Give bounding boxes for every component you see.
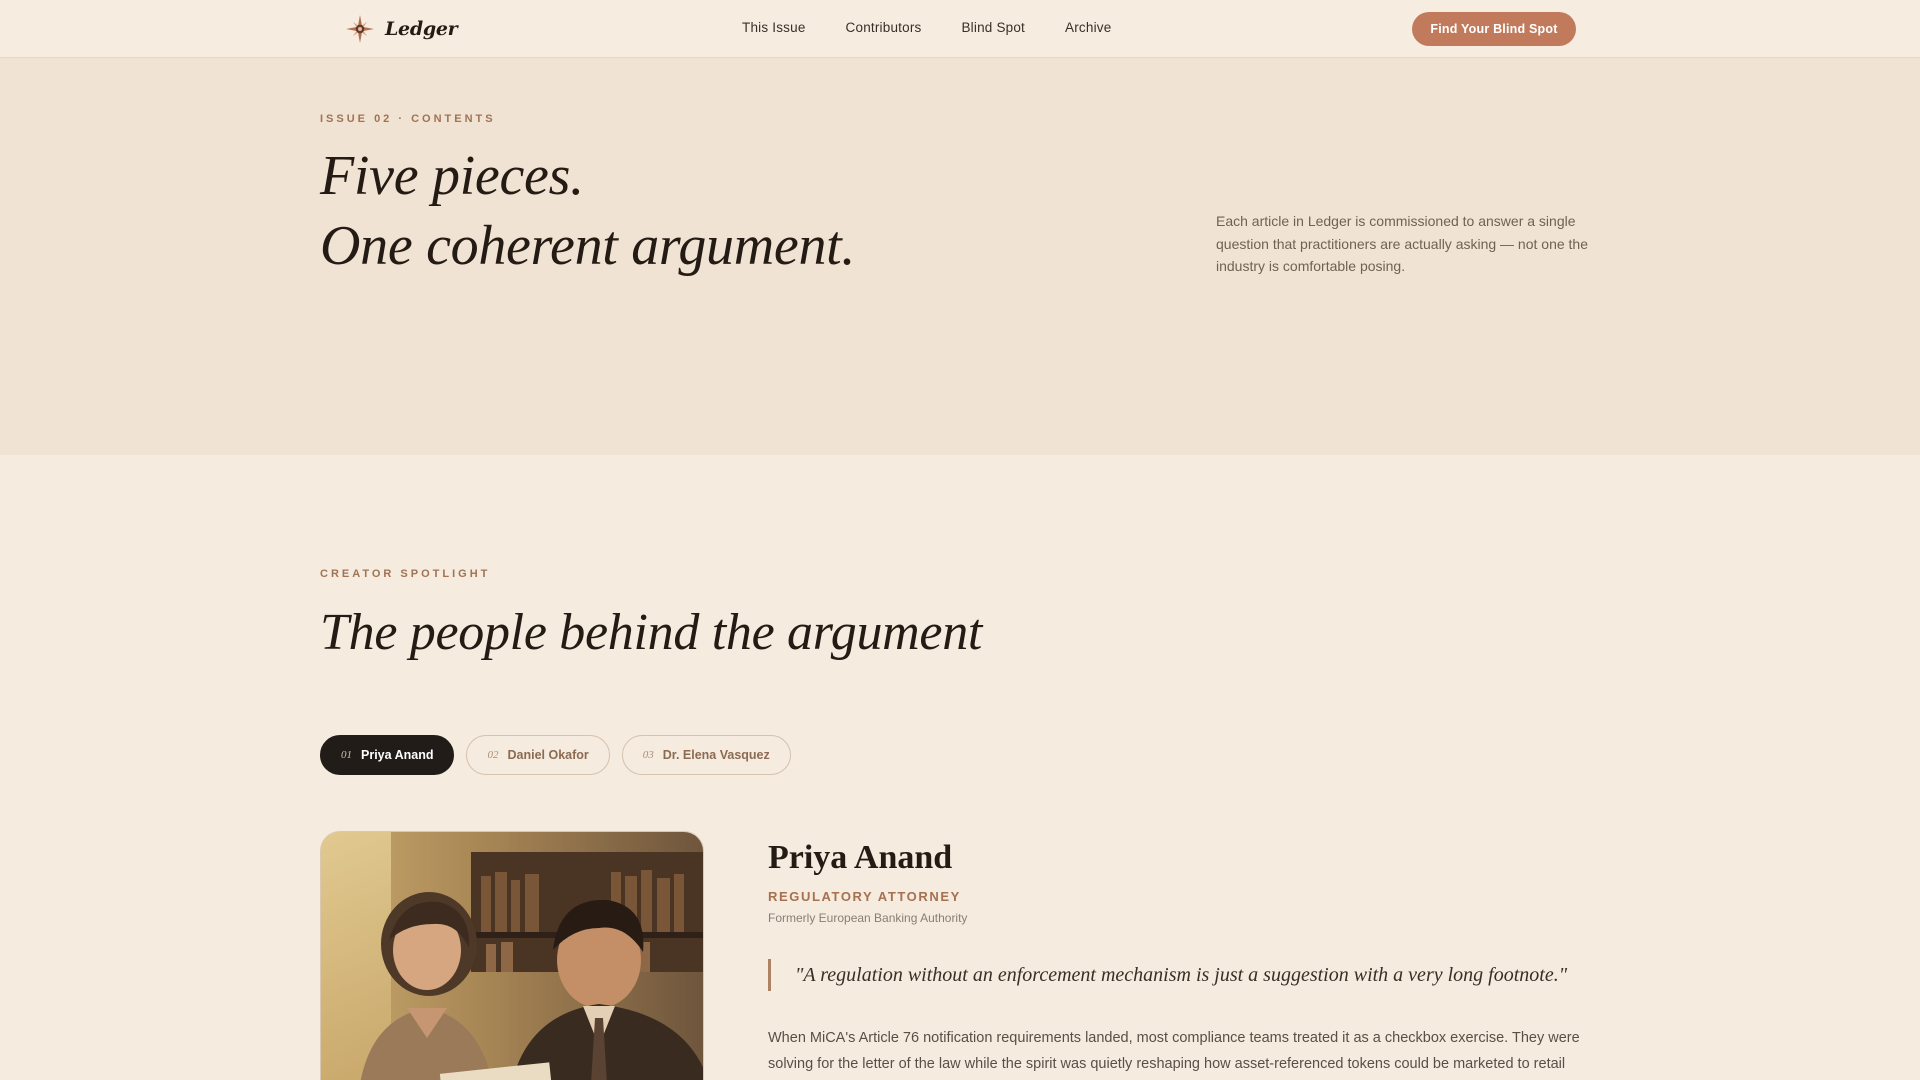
nav-link-archive[interactable]: Archive (1065, 20, 1111, 35)
hero-title-line-1: Five pieces. (320, 145, 584, 207)
tab-daniel-okafor[interactable]: 02 Daniel Okafor (466, 735, 610, 775)
profile-name: Priya Anand (768, 839, 953, 876)
nav-link-this-issue[interactable]: This Issue (742, 20, 806, 35)
tab-label: Daniel Okafor (507, 748, 589, 762)
tab-number: 02 (487, 749, 499, 761)
tab-priya-anand[interactable]: 01 Priya Anand (320, 735, 455, 775)
spotlight-title: The people behind the argument (320, 604, 983, 661)
hero-section: ISSUE 02 · CONTENTS Five pieces. One coh… (0, 58, 1920, 455)
logo[interactable]: Ledger (345, 13, 458, 45)
tab-label: Dr. Elena Vasquez (662, 748, 770, 762)
hero-eyebrow: ISSUE 02 · CONTENTS (320, 113, 496, 125)
nav-links: This Issue Contributors Blind Spot Archi… (742, 20, 1111, 35)
creator-spotlight-section: CREATOR SPOTLIGHT The people behind the … (0, 455, 1920, 1080)
profile-role: REGULATORY ATTORNEY (768, 889, 961, 904)
tab-dr-elena-vasquez[interactable]: 03 Dr. Elena Vasquez (621, 735, 791, 775)
hero-title-line-2: One coherent argument. (320, 215, 856, 277)
hero-title: Five pieces. One coherent argument. (320, 141, 855, 281)
creator-photo-illustration (321, 832, 703, 1080)
tab-number: 01 (341, 749, 352, 761)
profile-body-text: When MiCA's Article 76 notification requ… (768, 1030, 1580, 1072)
top-navigation: Ledger This Issue Contributors Blind Spo… (0, 0, 1920, 58)
tab-label: Priya Anand (361, 748, 434, 762)
creator-tabs: 01 Priya Anand 02 Daniel Okafor 03 Dr. E… (320, 735, 791, 775)
nav-link-blind-spot[interactable]: Blind Spot (961, 20, 1025, 35)
compass-rose-icon (346, 15, 374, 43)
creator-photo (320, 831, 704, 1080)
nav-link-contributors[interactable]: Contributors (846, 20, 922, 35)
profile-former-affiliation: Formerly European Banking Authority (768, 911, 968, 925)
spotlight-eyebrow: CREATOR SPOTLIGHT (320, 568, 491, 580)
logo-text: Ledger (385, 18, 458, 40)
find-your-blind-spot-button[interactable]: Find Your Blind Spot (1412, 12, 1576, 46)
profile-quote: "A regulation without an enforcement mec… (768, 959, 1567, 991)
hero-description: Each article in Ledger is commissioned t… (1216, 213, 1588, 274)
tab-number: 03 (642, 749, 654, 761)
